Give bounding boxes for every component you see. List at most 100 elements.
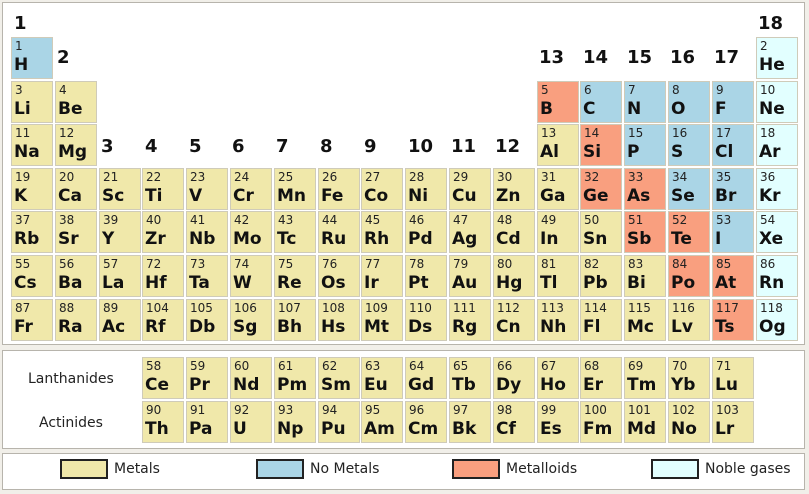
element-cell-am[interactable]: 95 Am [361,401,403,443]
element-cell-u[interactable]: 92 U [230,401,272,443]
element-cell-ni[interactable]: 28 Ni [405,168,447,210]
element-cell-eu[interactable]: 63 Eu [361,357,403,399]
element-cell-tc[interactable]: 43 Tc [274,211,316,253]
element-cell-tl[interactable]: 81 Tl [537,255,579,297]
element-cell-cn[interactable]: 112 Cn [493,299,535,341]
element-cell-y[interactable]: 39 Y [99,211,141,253]
element-cell-ca[interactable]: 20 Ca [55,168,97,210]
element-cell-es[interactable]: 99 Es [537,401,579,443]
element-cell-er[interactable]: 68 Er [580,357,622,399]
element-cell-pa[interactable]: 91 Pa [186,401,228,443]
element-cell-nb[interactable]: 41 Nb [186,211,228,253]
element-cell-fe[interactable]: 26 Fe [318,168,360,210]
element-cell-he[interactable]: 2 He [756,37,798,79]
element-cell-h[interactable]: 1H [11,37,53,79]
element-cell-ds[interactable]: 110 Ds [405,299,447,341]
element-cell-br[interactable]: 35 Br [712,168,754,210]
element-cell-pt[interactable]: 78 Pt [405,255,447,297]
element-cell-hg[interactable]: 80 Hg [493,255,535,297]
element-cell-pu[interactable]: 94 Pu [318,401,360,443]
element-cell-ag[interactable]: 47 Ag [449,211,491,253]
element-cell-cr[interactable]: 24 Cr [230,168,272,210]
element-cell-sm[interactable]: 62 Sm [318,357,360,399]
element-cell-pm[interactable]: 61 Pm [274,357,316,399]
element-cell-n[interactable]: 7N [624,81,666,123]
element-cell-ta[interactable]: 73 Ta [186,255,228,297]
element-cell-yb[interactable]: 70 Yb [668,357,710,399]
element-cell-ne[interactable]: 10 Ne [756,81,798,123]
element-cell-gd[interactable]: 64 Gd [405,357,447,399]
element-cell-in[interactable]: 49 In [537,211,579,253]
element-cell-rf[interactable]: 104 Rf [142,299,184,341]
element-cell-cu[interactable]: 29 Cu [449,168,491,210]
element-cell-no[interactable]: 102 No [668,401,710,443]
element-cell-mo[interactable]: 42 Mo [230,211,272,253]
element-cell-p[interactable]: 15 P [624,124,666,166]
element-cell-lv[interactable]: 116 Lv [668,299,710,341]
element-cell-ho[interactable]: 67 Ho [537,357,579,399]
element-cell-cl[interactable]: 17 Cl [712,124,754,166]
element-cell-na[interactable]: 11 Na [11,124,53,166]
element-cell-os[interactable]: 76 Os [318,255,360,297]
element-cell-cm[interactable]: 96 Cm [405,401,447,443]
element-cell-sg[interactable]: 106 Sg [230,299,272,341]
element-cell-c[interactable]: 6C [580,81,622,123]
element-cell-cs[interactable]: 55 Cs [11,255,53,297]
element-cell-fr[interactable]: 87 Fr [11,299,53,341]
element-cell-fm[interactable]: 100 Fm [580,401,622,443]
element-cell-hs[interactable]: 108 Hs [318,299,360,341]
element-cell-pr[interactable]: 59 Pr [186,357,228,399]
element-cell-rg[interactable]: 111 Rg [449,299,491,341]
element-cell-lu[interactable]: 71 Lu [712,357,754,399]
element-cell-sn[interactable]: 50 Sn [580,211,622,253]
element-cell-li[interactable]: 3 Li [11,81,53,123]
element-cell-w[interactable]: 74 W [230,255,272,297]
element-cell-al[interactable]: 13 Al [537,124,579,166]
element-cell-cd[interactable]: 48 Cd [493,211,535,253]
element-cell-i[interactable]: 53 I [712,211,754,253]
element-cell-ar[interactable]: 18 Ar [756,124,798,166]
element-cell-la[interactable]: 57 La [99,255,141,297]
element-cell-nh[interactable]: 113 Nh [537,299,579,341]
element-cell-ru[interactable]: 44 Ru [318,211,360,253]
element-cell-kr[interactable]: 36 Kr [756,168,798,210]
element-cell-hf[interactable]: 72 Hf [142,255,184,297]
element-cell-mc[interactable]: 115 Mc [624,299,666,341]
element-cell-ge[interactable]: 32 Ge [580,168,622,210]
element-cell-sb[interactable]: 51 Sb [624,211,666,253]
element-cell-as[interactable]: 33 As [624,168,666,210]
element-cell-si[interactable]: 14 Si [580,124,622,166]
element-cell-au[interactable]: 79 Au [449,255,491,297]
element-cell-th[interactable]: 90 Th [142,401,184,443]
element-cell-be[interactable]: 4 Be [55,81,97,123]
element-cell-lr[interactable]: 103 Lr [712,401,754,443]
element-cell-dy[interactable]: 66 Dy [493,357,535,399]
element-cell-np[interactable]: 93 Np [274,401,316,443]
element-cell-md[interactable]: 101 Md [624,401,666,443]
element-cell-pd[interactable]: 46 Pd [405,211,447,253]
element-cell-k[interactable]: 19 K [11,168,53,210]
element-cell-db[interactable]: 105 Db [186,299,228,341]
element-cell-pb[interactable]: 82 Pb [580,255,622,297]
element-cell-f[interactable]: 9F [712,81,754,123]
element-cell-ra[interactable]: 88 Ra [55,299,97,341]
element-cell-bi[interactable]: 83 Bi [624,255,666,297]
element-cell-ti[interactable]: 22 Ti [142,168,184,210]
element-cell-zr[interactable]: 40 Zr [142,211,184,253]
element-cell-mt[interactable]: 109 Mt [361,299,403,341]
element-cell-ac[interactable]: 89 Ac [99,299,141,341]
element-cell-co[interactable]: 27 Co [361,168,403,210]
element-cell-ga[interactable]: 31 Ga [537,168,579,210]
element-cell-tb[interactable]: 65 Tb [449,357,491,399]
element-cell-cf[interactable]: 98 Cf [493,401,535,443]
element-cell-b[interactable]: 5B [537,81,579,123]
element-cell-te[interactable]: 52 Te [668,211,710,253]
element-cell-nd[interactable]: 60 Nd [230,357,272,399]
element-cell-at[interactable]: 85 At [712,255,754,297]
element-cell-se[interactable]: 34 Se [668,168,710,210]
element-cell-tm[interactable]: 69 Tm [624,357,666,399]
element-cell-rb[interactable]: 37 Rb [11,211,53,253]
element-cell-o[interactable]: 8O [668,81,710,123]
element-cell-mn[interactable]: 25 Mn [274,168,316,210]
element-cell-s[interactable]: 16 S [668,124,710,166]
